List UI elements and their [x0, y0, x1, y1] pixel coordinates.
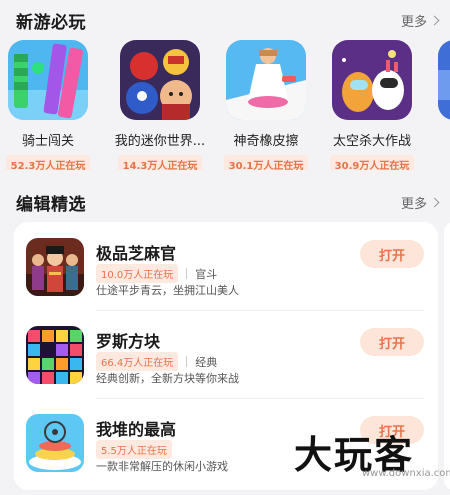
section-title-editor-picks: 编辑精选	[16, 194, 86, 215]
game-name: 我的迷你世界...	[114, 134, 206, 149]
more-label: 更多	[400, 196, 427, 212]
players-badge: 52.3万人正在玩	[5, 155, 91, 170]
partial-icon	[438, 40, 450, 120]
game-meta: 10.0万人正在玩 官斗	[96, 264, 217, 283]
players-badge: 14.3万人正在玩	[117, 155, 203, 170]
eraser-girl-icon	[226, 40, 306, 120]
list-item[interactable]: 极品芝麻官 10.0万人正在玩 官斗 仕途平步青云，坐拥江山美人 打开	[14, 222, 438, 308]
section-title-new-games: 新游必玩	[16, 12, 86, 33]
game-name: 神奇橡皮擦	[233, 134, 299, 149]
game-tile[interactable]: 太空杀大作战 30.9万人正在玩	[324, 40, 420, 170]
game-meta: 66.4万人正在玩 经典	[96, 352, 217, 371]
game-tile[interactable]: 骑士闯关 52.3万人正在玩	[0, 40, 96, 170]
game-name: 太空杀大作战	[332, 134, 411, 149]
hero-avatars-icon	[120, 40, 200, 120]
new-games-header: 新游必玩 更多	[16, 8, 440, 33]
players-badge: 66.4万人正在玩	[96, 352, 179, 371]
game-description: 经典创新，全新方块等你来战	[96, 372, 239, 385]
divider	[186, 356, 188, 367]
watermark-url: www.downxia.com	[362, 468, 450, 479]
more-editor-picks-button[interactable]: 更多	[400, 193, 440, 212]
game-tile[interactable]: 我的迷你世界... 14.3万人正在玩	[112, 40, 208, 170]
next-card-peek	[444, 222, 450, 490]
watermark-logo: 大玩客 www.downxia.com	[292, 424, 450, 488]
open-button[interactable]: 打开	[360, 328, 424, 356]
tetris-blocks-icon	[26, 326, 84, 384]
players-badge: 30.1万人正在玩	[223, 155, 309, 170]
game-meta: 5.5万人正在玩	[96, 440, 172, 459]
more-new-games-button[interactable]: 更多	[400, 11, 440, 30]
genre-tag: 官斗	[195, 267, 218, 281]
chevron-right-icon	[429, 197, 440, 207]
game-description: 仕途平步青云，坐拥江山美人	[96, 284, 239, 297]
editor-picks-header: 编辑精选 更多	[16, 190, 440, 215]
divider	[186, 268, 188, 279]
list-item[interactable]: 罗斯方块 66.4万人正在玩 经典 经典创新，全新方块等你来战 打开	[14, 310, 438, 396]
stack-run-icon	[8, 40, 88, 120]
space-crew-icon	[332, 40, 412, 120]
official-icon	[26, 238, 84, 296]
new-games-row: 骑士闯关 52.3万人正在玩 我的迷你世界... 14.3万人正在玩 神奇橡皮擦…	[0, 40, 450, 170]
more-label: 更多	[400, 14, 427, 30]
game-name: 骑士闯关	[21, 134, 74, 149]
game-title: 罗斯方块	[96, 332, 161, 351]
players-badge: 10.0万人正在玩	[96, 264, 179, 283]
game-description: 一款非常解压的休闲小游戏	[96, 460, 228, 473]
game-tile[interactable]: 神奇橡皮擦 30.1万人正在玩	[218, 40, 314, 170]
game-title: 极品芝麻官	[96, 244, 177, 263]
tower-stack-icon	[26, 414, 84, 472]
open-button[interactable]: 打开	[360, 240, 424, 268]
players-badge: 5.5万人正在玩	[96, 440, 172, 459]
game-title: 我堆的最高	[96, 420, 177, 439]
chevron-right-icon	[429, 15, 440, 25]
players-badge: 30.9万人正在玩	[329, 155, 415, 170]
game-tile[interactable]: 城 10	[430, 40, 450, 170]
genre-tag: 经典	[195, 355, 218, 369]
